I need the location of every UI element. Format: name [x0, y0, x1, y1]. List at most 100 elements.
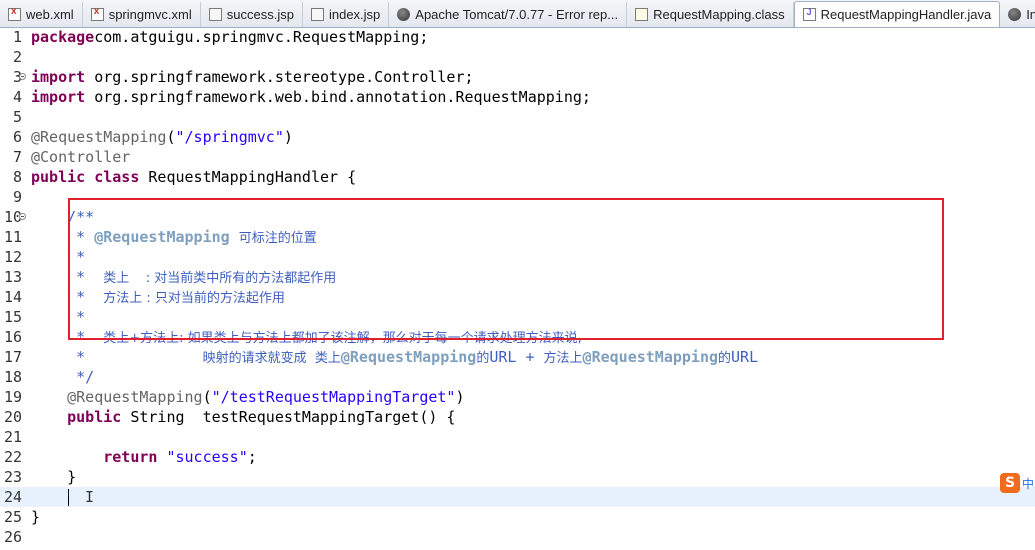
line-number: 6	[12, 128, 22, 146]
code-line[interactable]: 15 *	[0, 307, 1035, 327]
code-text: @Controller	[31, 147, 130, 167]
code-token: RequestMappingHandler {	[139, 168, 357, 186]
code-token: /**	[31, 208, 95, 226]
code-token: "/testRequestMappingTarget"	[211, 388, 456, 406]
code-line[interactable]: 2	[0, 47, 1035, 67]
editor-tab[interactable]: web.xml	[0, 2, 83, 27]
code-token: "success"	[166, 448, 248, 466]
code-line[interactable]: 17 * 映射的请求就变成 类上@RequestMapping的URL + 方法…	[0, 347, 1035, 367]
code-line[interactable]: 6 @RequestMapping("/springmvc")	[0, 127, 1035, 147]
code-token: public class	[31, 168, 140, 186]
code-token: @RequestMapping	[31, 128, 167, 146]
code-token: return	[31, 448, 158, 466]
editor-tab[interactable]: RequestMappingHandler.java	[793, 1, 1001, 27]
code-text: *	[31, 307, 85, 327]
line-number: 13	[3, 268, 22, 286]
line-number: 23	[3, 468, 22, 486]
code-line[interactable]: 8 public class RequestMappingHandler {	[0, 167, 1035, 187]
code-line[interactable]: 9	[0, 187, 1035, 207]
class-file-icon	[635, 8, 649, 21]
code-line[interactable]: 11 * @RequestMapping 可标注的位置	[0, 227, 1035, 247]
line-number: 5	[12, 108, 22, 126]
code-token: @RequestMapping	[94, 228, 230, 246]
line-number: 17	[3, 348, 22, 366]
browser-globe-icon	[1008, 8, 1022, 21]
line-number: 4	[12, 88, 22, 106]
code-token: */	[31, 368, 95, 386]
editor-tab[interactable]: Insert	[1000, 2, 1035, 27]
code-token: }	[31, 508, 41, 526]
code-token: 可标注的位置	[238, 231, 317, 246]
fold-toggle-icon[interactable]	[19, 213, 26, 220]
code-text: * 类上+方法上: 如果类上与方法上都加了该注解，那么对于每一个请求处理方法来说…	[31, 327, 582, 349]
text-caret	[68, 489, 69, 506]
line-number: 12	[3, 248, 22, 266]
code-text: public class RequestMappingHandler {	[31, 167, 356, 187]
ime-status-badge[interactable]: S 中	[1000, 472, 1035, 494]
code-token: import	[31, 88, 86, 106]
editor-tab-bar: web.xml springmvc.xml success.jsp index.jsp…	[0, 0, 1035, 28]
code-text: return "success";	[31, 447, 257, 467]
fold-toggle-icon[interactable]	[19, 73, 26, 80]
code-line[interactable]: 18 */	[0, 367, 1035, 387]
code-line[interactable]: 20 public String testRequestMappingTarge…	[0, 407, 1035, 427]
code-token: String testRequestMappingTarget() {	[121, 408, 456, 426]
code-token: URL	[731, 348, 759, 366]
editor-tab[interactable]: RequestMapping.class	[627, 2, 794, 27]
xml-file-icon	[8, 6, 21, 21]
code-token: 方法上	[543, 351, 583, 366]
code-line[interactable]: 14 * 方法上 : 只对当前的方法起作用	[0, 287, 1035, 307]
code-text: /**	[31, 207, 94, 227]
code-line[interactable]: 12 *	[0, 247, 1035, 267]
code-token: *	[31, 268, 104, 286]
line-number: 24	[3, 488, 22, 506]
code-token: 方法上 : 只对当前的方法起作用	[103, 291, 285, 306]
editor-tab[interactable]: Apache Tomcat/7.0.77 - Error rep...	[389, 2, 628, 27]
editor-tab[interactable]: springmvc.xml	[83, 2, 201, 27]
code-editor[interactable]: 1 packagecom.atguigu.springmvc.RequestMap…	[0, 27, 1035, 550]
ime-mode-label: 中	[1022, 476, 1035, 491]
line-number: 7	[12, 148, 22, 166]
code-line[interactable]: 3 import org.springframework.stereotype.C…	[0, 67, 1035, 87]
code-line[interactable]: 5	[0, 107, 1035, 127]
editor-tab[interactable]: index.jsp	[303, 2, 390, 27]
code-line[interactable]: 25}	[0, 507, 1035, 527]
code-line[interactable]: 7 @Controller	[0, 147, 1035, 167]
code-token: *	[31, 228, 95, 246]
code-line[interactable]: 23 }	[0, 467, 1035, 487]
editor-tab-label: Insert	[1026, 7, 1035, 22]
code-token: import	[31, 68, 86, 86]
code-token: URL +	[489, 348, 544, 366]
code-line[interactable]: 21	[0, 427, 1035, 447]
editor-tab[interactable]: success.jsp	[201, 2, 303, 27]
line-number: 14	[3, 288, 22, 306]
jsp-file-icon	[208, 8, 222, 21]
code-line[interactable]: 22 return "success";	[0, 447, 1035, 467]
code-token: package	[31, 28, 95, 46]
code-token: 映射的请求就变成 类上	[202, 351, 341, 366]
editor-tab-label: web.xml	[26, 7, 74, 22]
code-token: 类上 : 对当前类中所有的方法都起作用	[103, 271, 337, 286]
line-number: 16	[3, 328, 22, 346]
line-number: 11	[3, 228, 22, 246]
code-token: 类上+方法上: 如果类上与方法上都加了该注解，那么对于每一个请求处理方法来说,	[103, 331, 582, 346]
code-token: (	[166, 128, 176, 146]
code-line[interactable]: 4 import org.springframework.web.bind.ann…	[0, 87, 1035, 107]
code-line[interactable]: 13 * 类上 : 对当前类中所有的方法都起作用	[0, 267, 1035, 287]
code-text: }	[31, 467, 76, 487]
current-code-line[interactable]: 24 I	[0, 487, 1035, 507]
code-text: public String testRequestMappingTarget()…	[31, 407, 455, 427]
code-line[interactable]: 26	[0, 527, 1035, 547]
code-token: *	[31, 248, 86, 266]
line-number: 22	[3, 448, 22, 466]
editor-tab-label: RequestMapping.class	[653, 7, 785, 22]
code-text: packagecom.atguigu.springmvc.RequestMapp…	[31, 27, 428, 47]
code-text: * 方法上 : 只对当前的方法起作用	[31, 287, 285, 309]
code-token: public	[31, 408, 122, 426]
code-line[interactable]: 19 @RequestMapping("/testRequestMappingT…	[0, 387, 1035, 407]
code-line[interactable]: 10 /**	[0, 207, 1035, 227]
ibeam-cursor-icon: I	[85, 488, 95, 506]
line-number: 19	[3, 388, 22, 406]
code-line[interactable]: 1 packagecom.atguigu.springmvc.RequestMap…	[0, 27, 1035, 47]
code-line[interactable]: 16 * 类上+方法上: 如果类上与方法上都加了该注解，那么对于每一个请求处理方…	[0, 327, 1035, 347]
